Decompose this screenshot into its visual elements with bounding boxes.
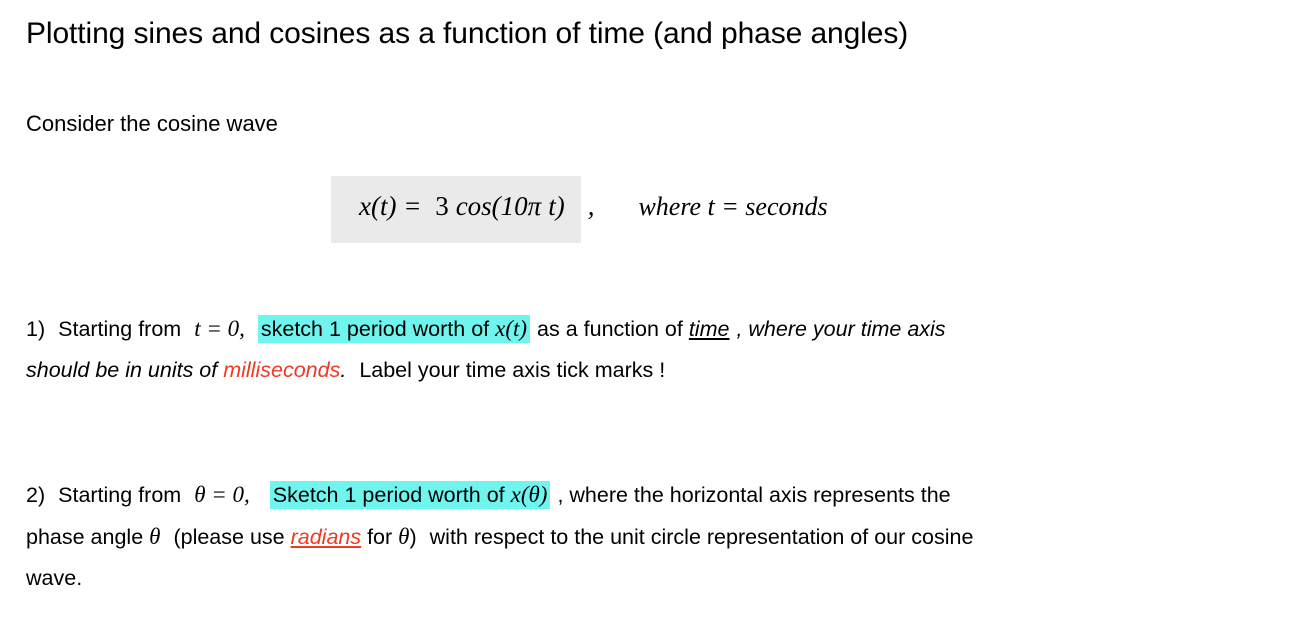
- item-2-after-highlight: , where the horizontal axis represents t…: [557, 483, 951, 507]
- equation-block: x(t) = 3 cos(10π t), where t = seconds: [331, 176, 828, 243]
- item-1-line-2: should be in units of milliseconds. Label…: [26, 350, 1296, 391]
- item-2-for-text: for: [361, 525, 399, 549]
- item-1-red-milliseconds: milliseconds: [223, 358, 341, 382]
- page-title: Plotting sines and cosines as a function…: [26, 17, 909, 50]
- equation-variable: t): [548, 191, 565, 221]
- equation-pi-symbol: π: [527, 191, 542, 221]
- item-1-highlight-math: x(t): [495, 316, 528, 341]
- item-2-starting-from: Starting from: [58, 483, 182, 507]
- item-2-line-3: wave.: [26, 558, 1296, 599]
- item-2-line-1: 2) Starting from θ = 0, Sketch 1 period wor…: [26, 474, 1296, 516]
- slide-canvas: Plotting sines and cosines as a function…: [0, 0, 1316, 628]
- item-2-red-radians: radians: [290, 525, 362, 549]
- equation-highlight-box: x(t) = 3 cos(10π t): [331, 176, 581, 243]
- item-1-highlight: sketch 1 period worth of x(t): [257, 315, 531, 343]
- question-item-1: 1) Starting from t = 0, sketch 1 period wor…: [26, 308, 1296, 391]
- item-2-number: 2): [26, 483, 46, 507]
- item-2-theta-symbol-2: θ: [398, 524, 410, 549]
- equation-comma: ,: [587, 191, 595, 221]
- equation-lhs: x(t) =: [359, 191, 429, 221]
- item-2-line-2: phase angle θ (please use radians for θ) w…: [26, 516, 1296, 558]
- item-2-highlight: Sketch 1 period worth of x(θ): [269, 481, 551, 509]
- item-2-tail: with respect to the unit circle represen…: [429, 525, 974, 549]
- item-2-highlight-math: x(θ): [510, 482, 548, 507]
- item-1-starting-from: Starting from: [58, 317, 182, 341]
- item-1-highlight-text: sketch 1 period worth of: [260, 317, 496, 341]
- item-1-number: 1): [26, 317, 46, 341]
- lead-in-text: Consider the cosine wave: [26, 111, 278, 136]
- equation-amplitude: 3: [435, 191, 449, 221]
- item-1-period: .: [340, 358, 347, 382]
- item-1-after-highlight: as a function of: [537, 317, 689, 341]
- item-2-paren-open: (please use: [173, 525, 291, 549]
- item-2-line-3-text: wave.: [26, 566, 83, 590]
- item-1-italic-tail: , where your time axis: [736, 317, 946, 341]
- item-2-highlight-text: Sketch 1 period worth of: [272, 483, 511, 507]
- item-1-tail: Label your time axis tick marks !: [359, 358, 666, 382]
- item-2-paren-close: ): [409, 525, 417, 549]
- equation-cos-open: cos(10: [455, 191, 528, 221]
- item-1-math-condition: t = 0,: [194, 316, 245, 341]
- item-1-line-1: 1) Starting from t = 0, sketch 1 period wor…: [26, 308, 1296, 350]
- item-1-underlined-time: time: [688, 317, 730, 341]
- item-2-theta-symbol: θ: [149, 524, 161, 549]
- question-item-2: 2) Starting from θ = 0, Sketch 1 period wor…: [26, 474, 1296, 599]
- item-2-math-condition: θ = 0,: [194, 482, 250, 507]
- equation-where-clause: where t = seconds: [638, 192, 828, 221]
- item-1-italic-head: should be in units of: [26, 358, 224, 382]
- item-2-head: phase angle: [26, 525, 150, 549]
